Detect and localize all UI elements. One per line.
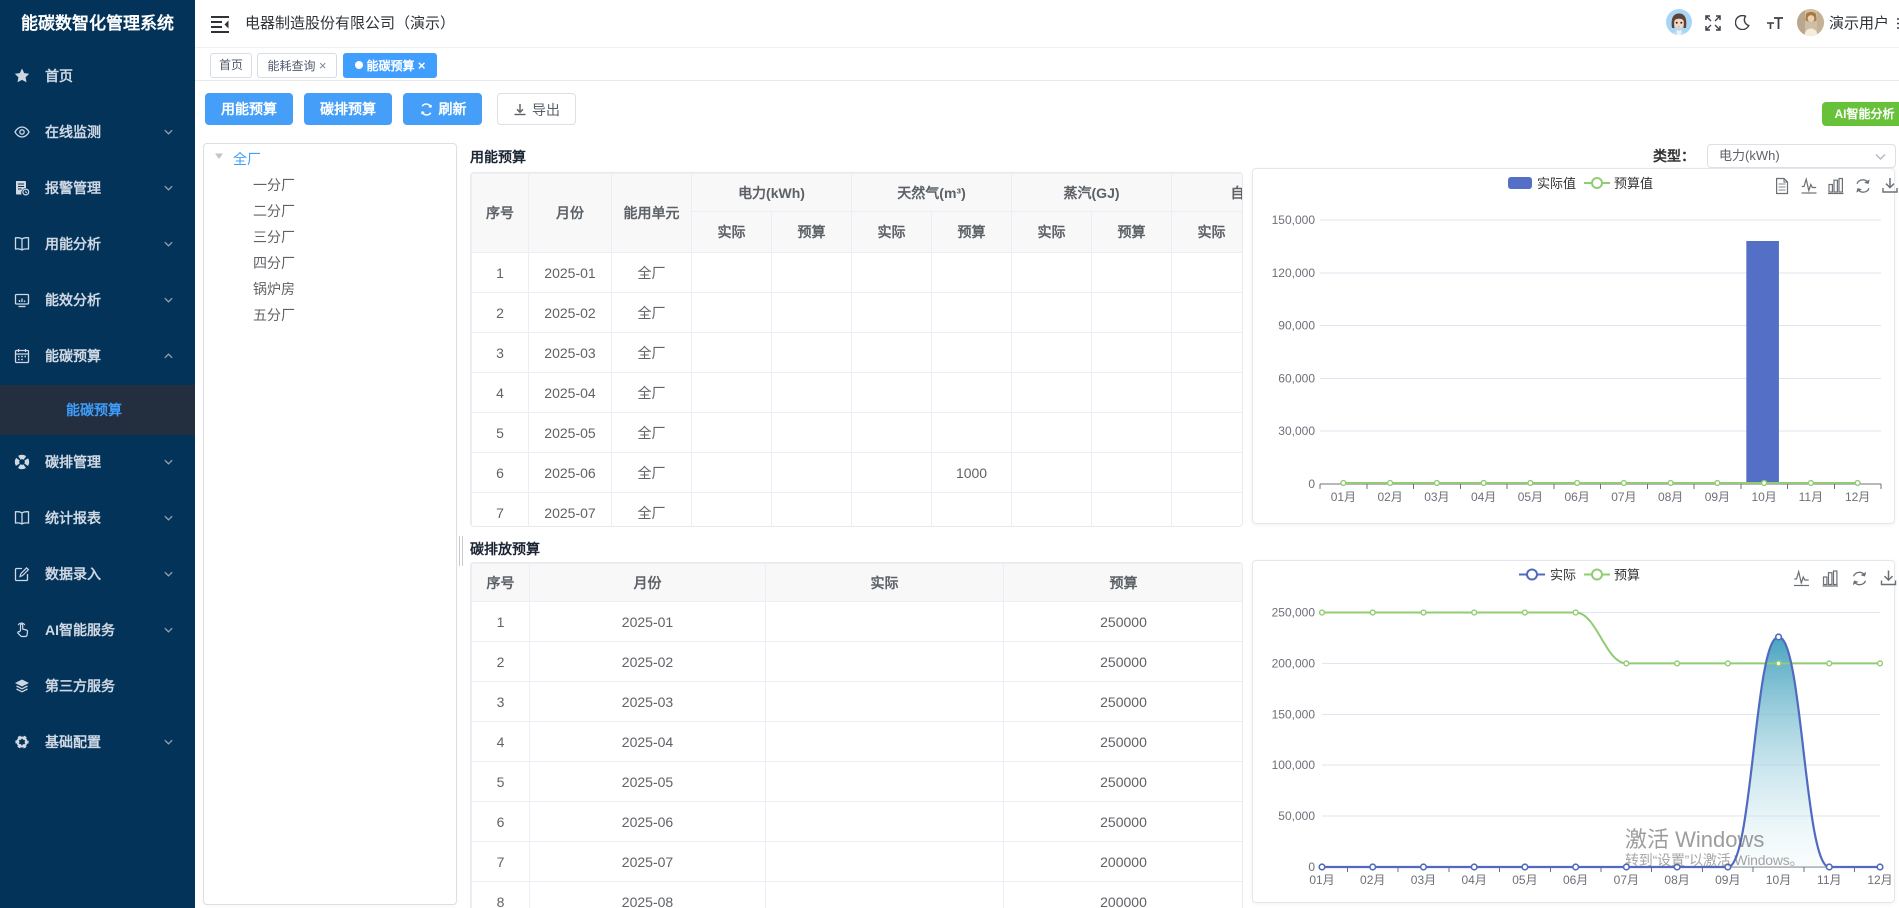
svg-text:06月: 06月 [1564, 490, 1589, 504]
svg-text:02月: 02月 [1377, 490, 1402, 504]
svg-text:11月: 11月 [1799, 490, 1823, 504]
svg-text:07月: 07月 [1611, 490, 1636, 504]
svg-text:预算: 预算 [1614, 568, 1640, 583]
svg-text:03月: 03月 [1424, 490, 1449, 504]
svg-text:04月: 04月 [1462, 873, 1487, 887]
svg-text:06月: 06月 [1563, 873, 1588, 887]
svg-text:05月: 05月 [1512, 873, 1537, 887]
svg-text:11月: 11月 [1817, 873, 1841, 887]
svg-text:08月: 08月 [1658, 490, 1683, 504]
svg-text:09月: 09月 [1705, 490, 1730, 504]
svg-text:10月: 10月 [1766, 873, 1791, 887]
svg-text:0: 0 [1308, 477, 1315, 491]
svg-text:10月: 10月 [1751, 490, 1776, 504]
svg-text:08月: 08月 [1664, 873, 1689, 887]
svg-text:120,000: 120,000 [1272, 266, 1316, 280]
svg-text:预算值: 预算值 [1614, 176, 1653, 191]
svg-text:01月: 01月 [1331, 490, 1356, 504]
svg-text:03月: 03月 [1411, 873, 1436, 887]
svg-text:07月: 07月 [1614, 873, 1639, 887]
svg-text:12月: 12月 [1867, 873, 1892, 887]
svg-text:09月: 09月 [1715, 873, 1740, 887]
svg-text:150,000: 150,000 [1272, 707, 1316, 721]
svg-text:60,000: 60,000 [1278, 371, 1315, 385]
svg-text:12月: 12月 [1845, 490, 1870, 504]
svg-text:01月: 01月 [1309, 873, 1334, 887]
svg-text:200,000: 200,000 [1272, 656, 1316, 670]
svg-text:04月: 04月 [1471, 490, 1496, 504]
svg-text:实际值: 实际值 [1537, 176, 1576, 191]
svg-text:50,000: 50,000 [1278, 809, 1315, 823]
svg-text:05月: 05月 [1518, 490, 1543, 504]
svg-text:30,000: 30,000 [1278, 424, 1315, 438]
svg-text:90,000: 90,000 [1278, 319, 1315, 333]
svg-text:250,000: 250,000 [1272, 606, 1316, 620]
svg-text:150,000: 150,000 [1272, 213, 1316, 227]
svg-text:02月: 02月 [1360, 873, 1385, 887]
svg-text:0: 0 [1308, 860, 1315, 874]
svg-text:实际: 实际 [1550, 568, 1576, 583]
svg-text:100,000: 100,000 [1272, 758, 1316, 772]
